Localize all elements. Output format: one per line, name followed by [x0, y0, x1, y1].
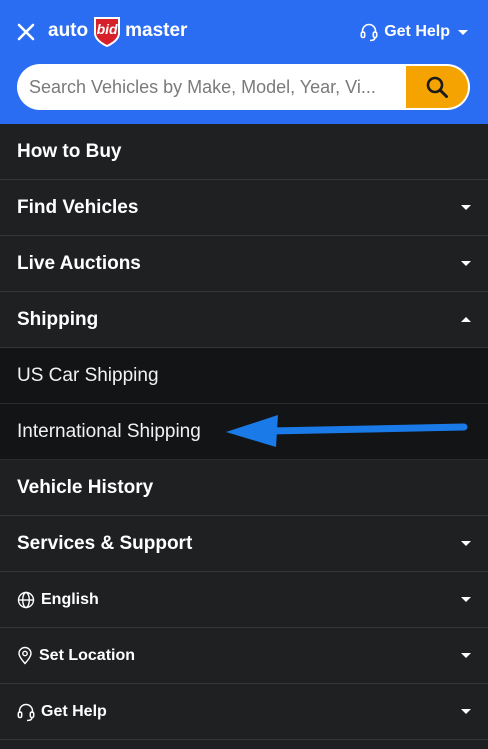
logo-text-master: master	[125, 20, 188, 41]
menu-item-set-location[interactable]: Set Location	[0, 628, 488, 684]
submenu-item-label: International Shipping	[17, 420, 201, 442]
get-help-label: Get Help	[384, 23, 450, 40]
close-icon	[17, 23, 35, 41]
close-menu-button[interactable]	[14, 20, 38, 44]
menu-item-label: Services & Support	[17, 532, 193, 554]
menu-item-label: Shipping	[17, 308, 99, 330]
menu-item-label: English	[41, 590, 99, 608]
menu-item-label: How to Buy	[17, 140, 122, 162]
chevron-down-icon	[461, 597, 471, 602]
search-icon	[426, 76, 448, 98]
top-header: auto bid master Get Help	[0, 0, 488, 124]
menu-item-language[interactable]: English	[0, 572, 488, 628]
submenu-item-international-shipping[interactable]: International Shipping	[0, 404, 488, 460]
get-help-dropdown[interactable]: Get Help	[360, 20, 468, 44]
logo-text-auto: auto	[48, 20, 89, 41]
menu-item-location-content: Set Location	[17, 646, 135, 665]
menu-item-how-to-buy[interactable]: How to Buy	[0, 124, 488, 180]
autobidmaster-logo[interactable]: auto bid master	[48, 14, 187, 48]
globe-icon	[17, 591, 35, 608]
chevron-down-icon	[461, 261, 471, 266]
menu-item-label: Get Help	[41, 702, 107, 720]
menu-item-help-content: Get Help	[17, 702, 107, 722]
logo-text-bid: bid	[96, 21, 118, 37]
chevron-up-icon	[461, 317, 471, 322]
menu-item-services-support[interactable]: Services & Support	[0, 516, 488, 572]
menu-item-language-content: English	[17, 591, 99, 609]
chevron-down-icon	[461, 709, 471, 714]
submenu-item-label: US Car Shipping	[17, 364, 159, 386]
menu-item-label: Live Auctions	[17, 252, 141, 274]
search-button[interactable]	[406, 66, 468, 108]
menu-item-get-help[interactable]: Get Help	[0, 684, 488, 740]
menu-item-label: Find Vehicles	[17, 196, 139, 218]
chevron-down-icon	[461, 653, 471, 658]
headset-icon	[360, 23, 378, 42]
menu-item-label: Set Location	[39, 646, 136, 664]
navigation-menu: How to Buy Find Vehicles Live Auctions S…	[0, 124, 488, 740]
menu-item-shipping[interactable]: Shipping	[0, 292, 488, 348]
chevron-down-icon	[461, 205, 471, 210]
menu-item-vehicle-history[interactable]: Vehicle History	[0, 460, 488, 516]
location-pin-icon	[18, 646, 32, 665]
menu-item-label: Vehicle History	[17, 476, 154, 498]
chevron-down-icon	[461, 541, 471, 546]
menu-item-live-auctions[interactable]: Live Auctions	[0, 236, 488, 292]
headset-icon	[17, 703, 35, 721]
search-bar	[17, 64, 470, 110]
logo-shield: bid	[90, 14, 124, 48]
menu-item-find-vehicles[interactable]: Find Vehicles	[0, 180, 488, 236]
submenu-item-us-car-shipping[interactable]: US Car Shipping	[0, 348, 488, 404]
search-input[interactable]	[17, 64, 406, 110]
chevron-down-icon	[458, 29, 468, 35]
